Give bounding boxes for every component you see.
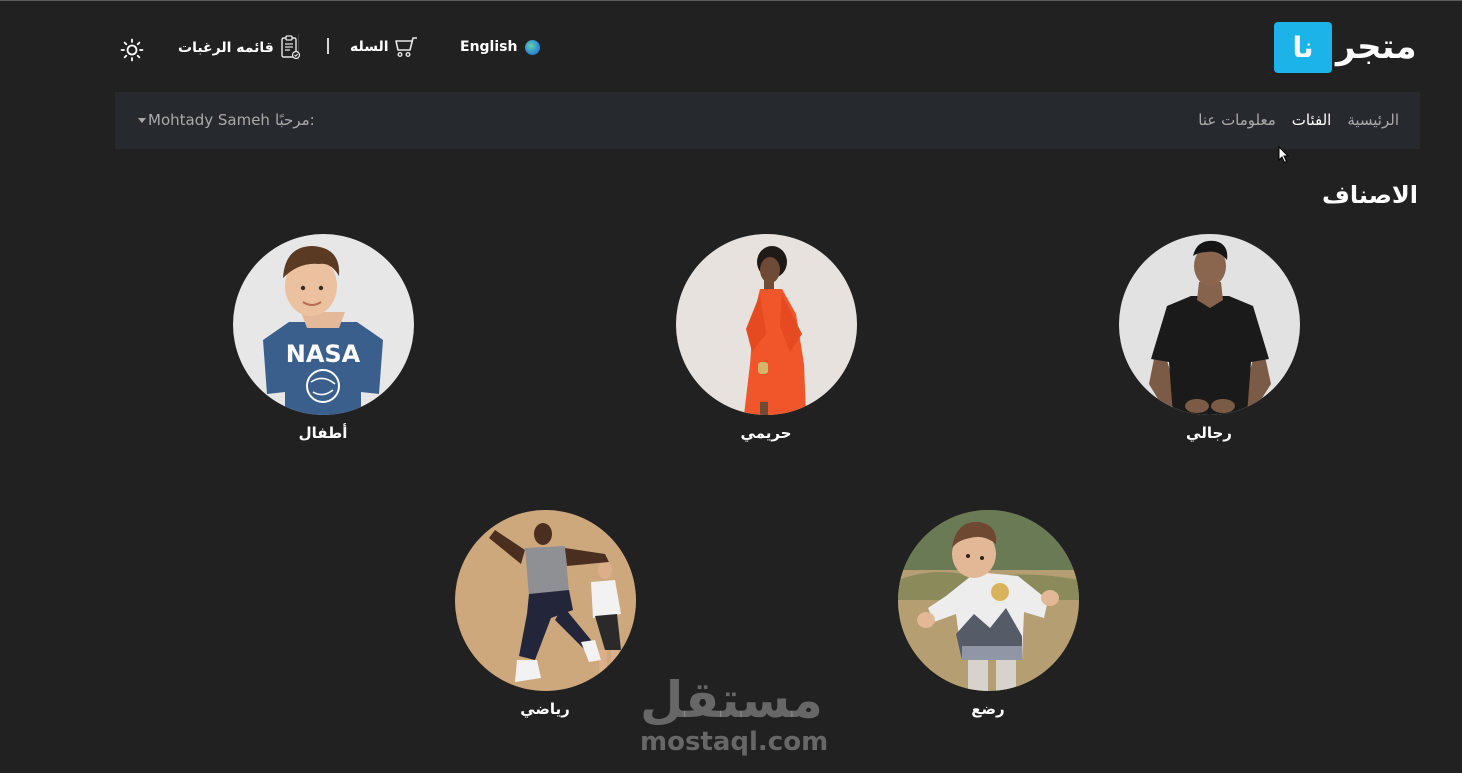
mouse-pointer-icon bbox=[1278, 146, 1290, 164]
watermark-arabic: مستقل bbox=[640, 671, 823, 729]
clipboard-icon bbox=[281, 35, 300, 60]
category-card-men[interactable]: رجالي bbox=[1118, 234, 1300, 442]
nav-links: الرئيسية الفئات معلومات عنا bbox=[1198, 111, 1399, 129]
watermark: مستقل mostaql.com bbox=[640, 671, 829, 757]
category-card-babies[interactable]: رضع bbox=[897, 510, 1079, 718]
brand-logo[interactable]: متجر نا bbox=[1274, 21, 1417, 73]
category-image-sports bbox=[454, 510, 636, 691]
brand-badge: نا bbox=[1274, 21, 1332, 73]
category-image-babies bbox=[897, 510, 1079, 691]
wishlist-label: قائمه الرغبات bbox=[178, 40, 274, 56]
category-card-women[interactable]: حريمي bbox=[675, 234, 857, 442]
category-card-sports[interactable]: رياضي bbox=[454, 510, 636, 718]
category-label-babies: رضع bbox=[971, 700, 1005, 718]
language-switcher[interactable]: English bbox=[460, 37, 541, 57]
main-navbar: الرئيسية الفئات معلومات عنا Mohtady Same… bbox=[115, 92, 1420, 149]
header-divider bbox=[327, 38, 329, 54]
wishlist-link[interactable]: قائمه الرغبات bbox=[178, 35, 302, 61]
nav-link-categories[interactable]: الفئات bbox=[1292, 111, 1332, 129]
globe-icon bbox=[525, 39, 541, 55]
category-label-men: رجالي bbox=[1186, 424, 1232, 442]
category-card-kids[interactable]: NASA أطفال bbox=[232, 234, 414, 442]
category-label-sports: رياضي bbox=[520, 700, 570, 718]
sun-icon bbox=[120, 38, 144, 62]
cart-link[interactable]: السله bbox=[350, 35, 419, 59]
user-menu-dropdown[interactable]: Mohtady Sameh مرحبًا: bbox=[138, 111, 315, 129]
cart-label: السله bbox=[350, 39, 389, 55]
theme-toggle-button[interactable] bbox=[120, 38, 144, 62]
kids-shirt-print: NASA bbox=[285, 340, 360, 368]
brand-name: متجر bbox=[1336, 27, 1417, 67]
greeting-prefix: مرحبًا: bbox=[274, 111, 315, 129]
category-label-women: حريمي bbox=[740, 424, 792, 442]
watermark-latin: mostaql.com bbox=[640, 727, 829, 757]
chevron-down-icon bbox=[138, 117, 146, 123]
cart-icon bbox=[394, 37, 417, 58]
site-header: متجر نا English السله قائمه الرغبات bbox=[0, 0, 1462, 92]
categories-title: الاصناف bbox=[1322, 181, 1418, 209]
nav-link-about[interactable]: معلومات عنا bbox=[1198, 111, 1276, 129]
language-label: English bbox=[460, 39, 518, 55]
category-image-women bbox=[675, 234, 857, 415]
category-label-kids: أطفال bbox=[298, 424, 348, 442]
category-image-kids: NASA bbox=[232, 234, 414, 415]
category-image-men bbox=[1118, 234, 1300, 415]
user-name: Mohtady Sameh bbox=[148, 111, 270, 129]
nav-link-home[interactable]: الرئيسية bbox=[1347, 111, 1399, 129]
